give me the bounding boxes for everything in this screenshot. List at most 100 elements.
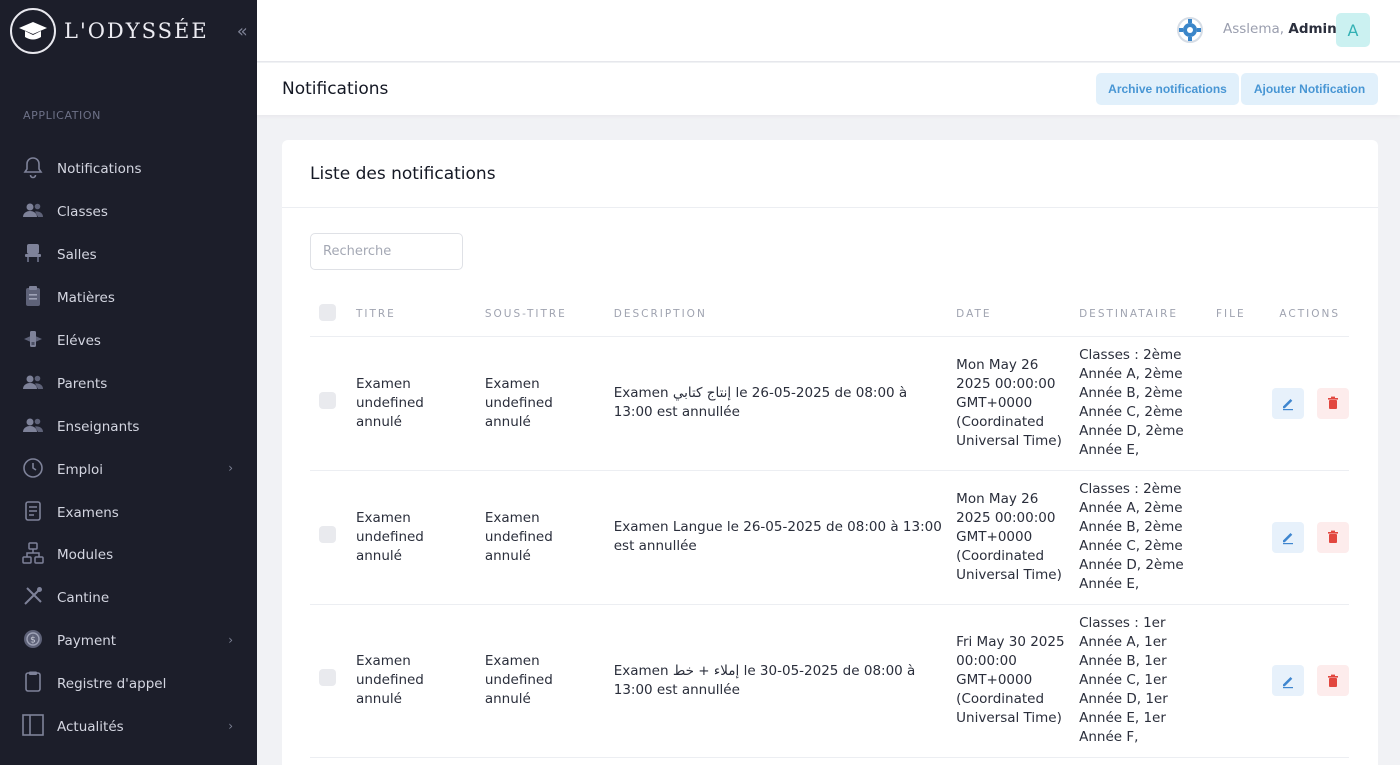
cell-destinataire: Classes : 2ème Année A, 2ème Année B, 2è… [1079,481,1184,592]
sidebar-item-enseignants[interactable]: Enseignants [0,405,257,448]
edit-button[interactable] [1272,521,1304,553]
language-flag-icon[interactable] [1176,16,1204,44]
table-header-row: TITRE SOUS-TITRE DESCRIPTION DATE DESTIN… [310,293,1349,337]
sidebar-item-label: Matières [57,290,115,307]
row-actions [1272,521,1349,553]
sidebar-item-label: Actualités [57,719,124,736]
page-title: Notifications [282,79,389,99]
column-header-titre[interactable]: TITRE [355,293,485,337]
cell-titre: Examen undefined annulé [355,653,424,707]
sidebar-item-examens[interactable]: Examens [0,491,257,534]
trash-icon [1328,674,1338,687]
chevron-right-icon: › [228,718,233,733]
search-input[interactable] [310,233,463,270]
pencil-icon [1283,533,1293,545]
sidebar-item-emploi[interactable]: Emploi › [0,448,257,491]
sidebar-item-label: Payment [57,633,117,650]
sidebar-item-label: Cantine [57,590,110,607]
clipboard-icon [21,284,45,312]
column-header-destinataire[interactable]: DESTINATAIRE [1079,293,1216,337]
row-checkbox[interactable] [319,391,336,409]
sidebar-item-label: Salles [57,247,97,264]
cell-sous-titre: Examen undefined annulé [484,653,553,707]
avatar[interactable]: A [1336,13,1370,47]
sidebar-item-parents[interactable]: Parents [0,362,257,405]
archive-notifications-button[interactable]: Archive notifications [1096,73,1239,105]
sidebar-item-label: Emploi [57,461,104,478]
sidebar-item-cantine[interactable]: Cantine [0,577,257,620]
sidebar-item-label: Classes [57,204,108,221]
clock-icon [21,456,45,484]
document-icon [21,499,45,527]
chevron-right-icon: › [228,632,233,647]
cell-date: Fri May 30 2025 00:00:00 GMT+0000 (Coord… [956,634,1065,726]
svg-text:$: $ [30,636,36,646]
columns-icon [21,713,45,741]
graduation-cap-logo-icon[interactable] [10,8,56,54]
cell-description: Examen إملاء + خط le 30-05-2025 de 08:00… [613,662,916,698]
row-checkbox[interactable] [319,669,336,686]
cell-titre: Examen undefined annulé [355,375,424,430]
trash-icon [1328,396,1338,409]
delete-button[interactable] [1317,521,1349,553]
edit-button[interactable] [1272,387,1304,419]
row-actions [1272,665,1349,696]
cell-description: Examen إنتاج كتابي le 26-05-2025 de 08:0… [613,385,908,420]
student-icon [21,327,45,355]
sidebar-item-notifications[interactable]: Notifications [0,148,257,191]
brand-name: L'ODYSSÉE [64,19,209,43]
utensils-icon [21,584,45,612]
sidebar-item-label: Eléves [57,333,101,349]
greeting-text: Asslema, [1223,21,1285,37]
user-name: Admin [1288,21,1337,37]
column-header-file[interactable]: FILE [1216,293,1272,337]
add-notification-button[interactable]: Ajouter Notification [1241,73,1378,105]
row-checkbox[interactable] [319,525,336,543]
bell-icon [21,155,45,183]
select-all-checkbox[interactable] [319,304,336,322]
sidebar-nav: Notifications Classes Salles Matières Eléves… [0,148,257,748]
sidebar-item-eleves[interactable]: Eléves [0,320,257,363]
sidebar-item-registre-d-appel[interactable]: Registre d'appel [0,663,257,706]
pencil-icon [1283,676,1293,688]
column-header-actions: ACTIONS [1271,293,1349,337]
column-header-sous-titre[interactable]: SOUS-TITRE [484,293,614,337]
pencil-icon [1283,399,1293,411]
collapse-sidebar-icon[interactable]: « [237,21,248,42]
cell-date: Mon May 26 2025 00:00:00 GMT+0000 (Coord… [956,356,1062,449]
sidebar-item-payment[interactable]: $ Payment › [0,620,257,663]
chevron-right-icon: › [228,461,233,476]
trash-icon [1328,530,1338,543]
notifications-card: Liste des notifications TITRE SOUS-TITRE… [282,140,1378,765]
sidebar-item-label: Enseignants [57,418,140,435]
users-icon [21,413,45,441]
sidebar-item-label: Parents [57,375,108,392]
sidebar-item-classes[interactable]: Classes [0,191,257,234]
sidebar: L'ODYSSÉE « APPLICATION Notifications Cla… [0,0,257,765]
column-header-description[interactable]: DESCRIPTION [613,293,957,337]
edit-button[interactable] [1272,665,1304,696]
sidebar-item-actualites[interactable]: Actualités › [0,706,257,749]
brand: L'ODYSSÉE « [0,0,257,62]
network-icon [21,541,45,569]
page-toolbar: Notifications Archive notifications Ajou… [257,63,1400,115]
coin-icon: $ [21,627,45,655]
table-row: Examen undefined annulé Examen undefined … [310,470,1349,605]
sidebar-item-salles[interactable]: Salles [0,234,257,277]
notifications-table: TITRE SOUS-TITRE DESCRIPTION DATE DESTIN… [310,293,1349,758]
delete-button[interactable] [1317,387,1349,419]
sidebar-item-matieres[interactable]: Matières [0,277,257,320]
users-icon [21,198,45,226]
user-greeting[interactable]: Asslema, Admin [1223,21,1337,37]
cell-sous-titre: Examen undefined annulé [484,375,553,430]
delete-button[interactable] [1317,665,1349,696]
register-icon [21,670,45,698]
column-header-date[interactable]: DATE [956,293,1080,337]
sidebar-item-label: Registre d'appel [57,676,167,693]
sidebar-item-label: Examens [57,504,119,521]
top-header: Asslema, Admin A [257,0,1400,62]
cell-titre: Examen undefined annulé [355,509,424,564]
table-row: Examen undefined annulé Examen undefined … [310,336,1349,471]
users-icon [21,370,45,398]
sidebar-item-modules[interactable]: Modules [0,534,257,577]
